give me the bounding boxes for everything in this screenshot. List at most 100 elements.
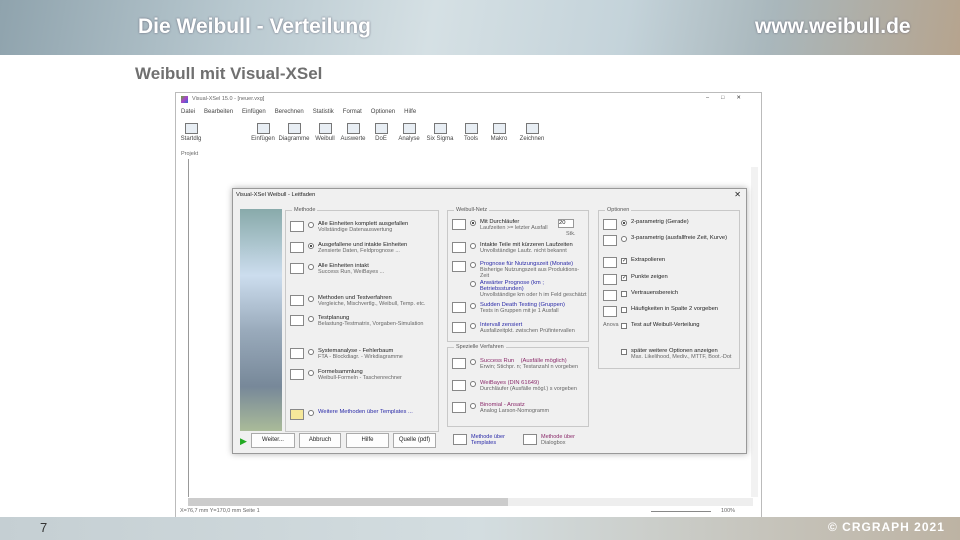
app-titlebar: Visual-XSel 15.0 - [neuer.vxg]: [181, 96, 264, 103]
spezial-option[interactable]: Binomial - Ansatz Analog Larson-Nomogramm: [452, 402, 549, 414]
netz-option[interactable]: Intakte Teile mit kürzeren Laufzeiten Unv…: [452, 242, 573, 254]
horizontal-scrollbar[interactable]: [188, 498, 753, 506]
menu-datei[interactable]: Datei: [181, 109, 195, 115]
abbruch-button[interactable]: Abbruch: [299, 433, 341, 448]
count-input[interactable]: 20: [558, 219, 574, 228]
toolbar-weibull[interactable]: Weibull: [313, 123, 337, 142]
label: Auswerte: [340, 136, 366, 142]
menu-format[interactable]: Format: [343, 109, 362, 115]
project-label[interactable]: Projekt: [181, 151, 198, 157]
check-weitere-optionen[interactable]: später weitere Optionen anzeigen Max. Lik…: [603, 348, 731, 360]
label: Analyse: [398, 136, 420, 142]
weibull-guide-dialog: Visual-XSel Weibull - Leitfaden ✕ Method…: [232, 188, 747, 454]
weibull-icon: [452, 242, 466, 253]
toolbar-startdlg[interactable]: Startdlg: [179, 123, 203, 142]
methode-option[interactable]: Alle Einheiten intakt Success Run, WeiBay…: [290, 263, 384, 275]
quelle-button[interactable]: Quelle (pdf): [393, 433, 436, 448]
label: Six Sigma: [426, 136, 454, 142]
success-run-icon: [452, 358, 466, 369]
weibull-icon: [318, 123, 332, 134]
methode-option[interactable]: Alle Einheiten komplett ausgefallen Volls…: [290, 221, 408, 233]
methode-option[interactable]: Formelsammlung Weibull-Formeln - Taschenr…: [290, 369, 402, 381]
status-coords: X=76,7 mm Y=170,0 mm Seite 1: [180, 508, 260, 514]
label: Diagramme: [278, 136, 310, 142]
toolbar-zeichnen[interactable]: Zeichnen: [515, 123, 549, 142]
menu-bearbeiten[interactable]: Bearbeiten: [204, 109, 233, 115]
check-haeufigkeiten[interactable]: Häufigkeiten in Spalte 2 vorgeben: [603, 306, 718, 317]
count-unit: Stk.: [566, 231, 576, 237]
methode-option[interactable]: Methoden und Testverfahren Vergleiche, Mi…: [290, 295, 425, 307]
methode-option[interactable]: Systemanalyse - Fehlerbaum FTA - Blockdia…: [290, 348, 403, 360]
option-desc: Bisherige Nutzungszeit aus Produktions-Z…: [479, 267, 580, 279]
folder-icon: [290, 409, 304, 420]
toolbar-six-sigma[interactable]: Six Sigma: [425, 123, 455, 142]
option-desc: Belastung-Testmatrix, Vorgaben-Simulatio…: [318, 321, 424, 327]
formula-icon: [290, 369, 304, 380]
binomial-icon: [452, 402, 466, 413]
netz-option[interactable]: Mit Durchläufer Laufzeiten >= letzter Aus…: [452, 219, 548, 231]
slide-header: Die Weibull - Verteilung www.weibull.de: [0, 0, 960, 55]
slide-footer: [0, 517, 960, 540]
check-test-weibull[interactable]: Anova Test auf Weibull-Verteilung: [603, 322, 700, 329]
group-label: Spezielle Verfahren: [454, 344, 506, 350]
label: Weibull: [315, 136, 335, 142]
menu-einfuegen[interactable]: Einfügen: [242, 109, 266, 115]
menu-hilfe[interactable]: Hilfe: [404, 109, 416, 115]
check-extrapolieren[interactable]: ✓ Extrapolieren: [603, 257, 665, 268]
toolbar-einfuegen[interactable]: Einfügen: [251, 123, 275, 142]
toolbar-diagramme[interactable]: Diagramme: [278, 123, 310, 142]
option-title: Extrapolieren: [631, 257, 666, 263]
zoom-slider[interactable]: [651, 511, 711, 512]
plan-icon: [290, 315, 304, 326]
weiter-button[interactable]: Weiter...: [251, 433, 295, 448]
methode-option[interactable]: Weitere Methoden über Templates ...: [290, 409, 413, 420]
toolbar: Startdlg Einfügen Diagramme Weibull Ausw…: [179, 123, 549, 142]
window-controls[interactable]: –□✕: [706, 95, 753, 101]
option-3-parametrig[interactable]: 3-parametrig (ausfallfreie Zeit, Kurve): [603, 235, 727, 246]
netz-option[interactable]: Sudden Death Testing (Gruppen) Tests in G…: [452, 302, 565, 314]
option-desc: Vollständige Datenauswertung: [318, 227, 393, 233]
methode-option[interactable]: Ausgefallene und intakte Einheiten Zensie…: [290, 242, 407, 254]
app-window: Visual-XSel 15.0 - [neuer.vxg] –□✕ Datei…: [175, 92, 762, 518]
weibayes-icon: [452, 380, 466, 391]
hilfe-button[interactable]: Hilfe: [346, 433, 389, 448]
interval-icon: [452, 322, 466, 333]
menu-optionen[interactable]: Optionen: [371, 109, 395, 115]
spezial-option[interactable]: Success Run (Ausfälle möglich) Erwin; Sti…: [452, 358, 578, 370]
toolbar-tools[interactable]: Tools: [459, 123, 483, 142]
templates-link[interactable]: Methode über Templates: [453, 434, 505, 446]
weibull-icon: [290, 242, 304, 253]
netz-option[interactable]: Intervall zensiert Ausfallzeitpkt. zwisch…: [452, 322, 575, 334]
option-desc: Erwin; Stichpr. n; Testanzahl n vorgeben: [480, 364, 579, 370]
check-punkte-zeigen[interactable]: ✓ Punkte zeigen: [603, 274, 668, 285]
menu-berechnen[interactable]: Berechnen: [275, 109, 304, 115]
option-desc: Laufzeiten >= letzter Ausfall: [480, 225, 548, 231]
toolbar-doe[interactable]: DoE: [369, 123, 393, 142]
vertical-scrollbar[interactable]: [751, 167, 758, 497]
slide-title: Die Weibull - Verteilung: [138, 15, 371, 38]
toolbar-analyse[interactable]: Analyse: [397, 123, 421, 142]
option-title: Anwärter Prognose (km ; Betriebsstunden): [479, 280, 544, 292]
methode-option[interactable]: Testplanung Belastung-Testmatrix, Vorgabe…: [290, 315, 423, 327]
option-title: Punkte zeigen: [631, 274, 668, 280]
app-title: Visual-XSel 15.0 - [neuer.vxg]: [192, 96, 265, 102]
option-desc: Max. Likelihood, Mediv., MTTF, Boot.-Dot: [631, 354, 732, 360]
toolbar-makro[interactable]: Makro: [487, 123, 511, 142]
weibull-icon: [290, 263, 304, 274]
dialogbox-link[interactable]: Methode über Dialogbox: [523, 434, 575, 446]
toolbar-auswerte[interactable]: Auswerte: [340, 123, 366, 142]
label: Makro: [490, 136, 508, 142]
option-title: Weitere Methoden über Templates ...: [318, 409, 413, 415]
analysis-icon: [402, 123, 416, 134]
check-vertrauensbereich[interactable]: Vertrauensbereich: [603, 290, 678, 301]
netz-option[interactable]: Prognose für Nutzungszeit (Monate) Bisher…: [452, 261, 588, 279]
option-title: Test auf Weibull-Verteilung: [631, 322, 700, 328]
close-icon[interactable]: ✕: [734, 190, 741, 199]
option-2-parametrig[interactable]: 2-parametrig (Gerade): [603, 219, 689, 230]
spezial-option[interactable]: WeiBayes (DIN 61649) Durchläufer (Ausfäll…: [452, 380, 577, 392]
option-desc: Weibull-Formeln - Taschenrechner: [318, 375, 402, 381]
netz-option[interactable]: Anwärter Prognose (km ; Betriebsstunden)…: [452, 280, 588, 298]
bar-chart-icon: [287, 123, 301, 134]
option-desc: Zensierte Daten, Feldprognose ...: [318, 248, 400, 254]
menu-statistik[interactable]: Statistik: [313, 109, 334, 115]
